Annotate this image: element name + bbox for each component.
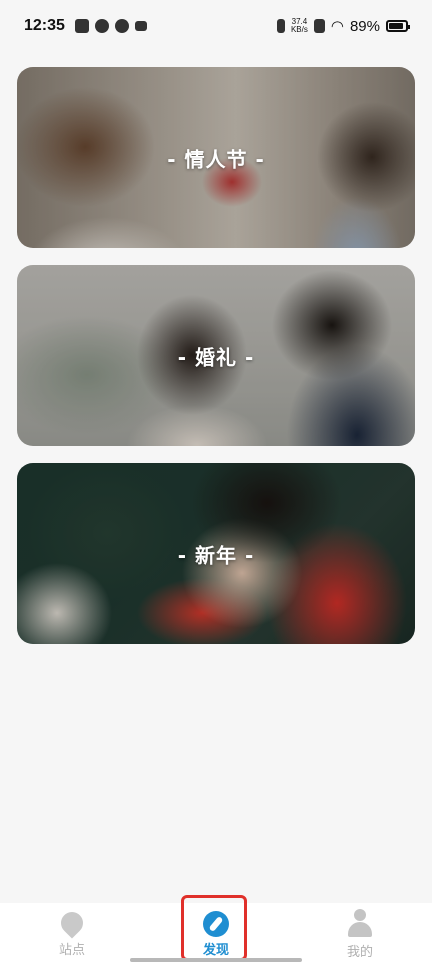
bottom-navigation: 站点 发现 我的 [0, 903, 432, 964]
status-time: 12:35 [24, 17, 65, 34]
app-notification-icon [74, 19, 89, 33]
network-speed-unit: KB/s [290, 25, 308, 34]
vibrate-icon [276, 19, 285, 33]
battery-percent: 89% [349, 17, 380, 35]
status-left: 12:35 [24, 17, 147, 35]
no-sim-icon [313, 19, 325, 33]
network-speed: 37.4 KB/s [291, 18, 308, 34]
wifi-icon: ◠ [330, 18, 344, 35]
card-title: - 婚礼 - [177, 345, 255, 369]
nav-tab-mine[interactable]: 我的 [310, 903, 410, 960]
nav-label: 站点 [58, 943, 85, 958]
card-title: - 新年 - [177, 543, 255, 567]
home-indicator [130, 958, 302, 962]
crown-notification-icon [134, 21, 147, 31]
card-wedding[interactable]: - 婚礼 - [17, 265, 415, 446]
wechat-notification-icon [114, 19, 129, 33]
person-icon [345, 909, 375, 939]
festival-card-list: - 情人节 - - 婚礼 - - 新年 - [17, 67, 415, 661]
sync-notification-icon [94, 19, 109, 33]
card-title: - 情人节 - [167, 147, 265, 171]
nav-tab-sites[interactable]: 站点 [22, 903, 122, 958]
card-valentines-day[interactable]: - 情人节 - [17, 67, 415, 248]
location-pin-icon [56, 907, 88, 939]
nav-label: 我的 [346, 945, 373, 960]
compass-icon [203, 911, 229, 937]
card-new-year[interactable]: - 新年 - [17, 463, 415, 644]
nav-tab-discover[interactable]: 发现 [166, 903, 266, 958]
battery-icon [386, 20, 410, 32]
nav-label: 发现 [202, 943, 229, 958]
status-bar: 12:35 37.4 KB/s ◠ 89% [0, 0, 432, 52]
status-right: 37.4 KB/s ◠ 89% [276, 17, 410, 35]
